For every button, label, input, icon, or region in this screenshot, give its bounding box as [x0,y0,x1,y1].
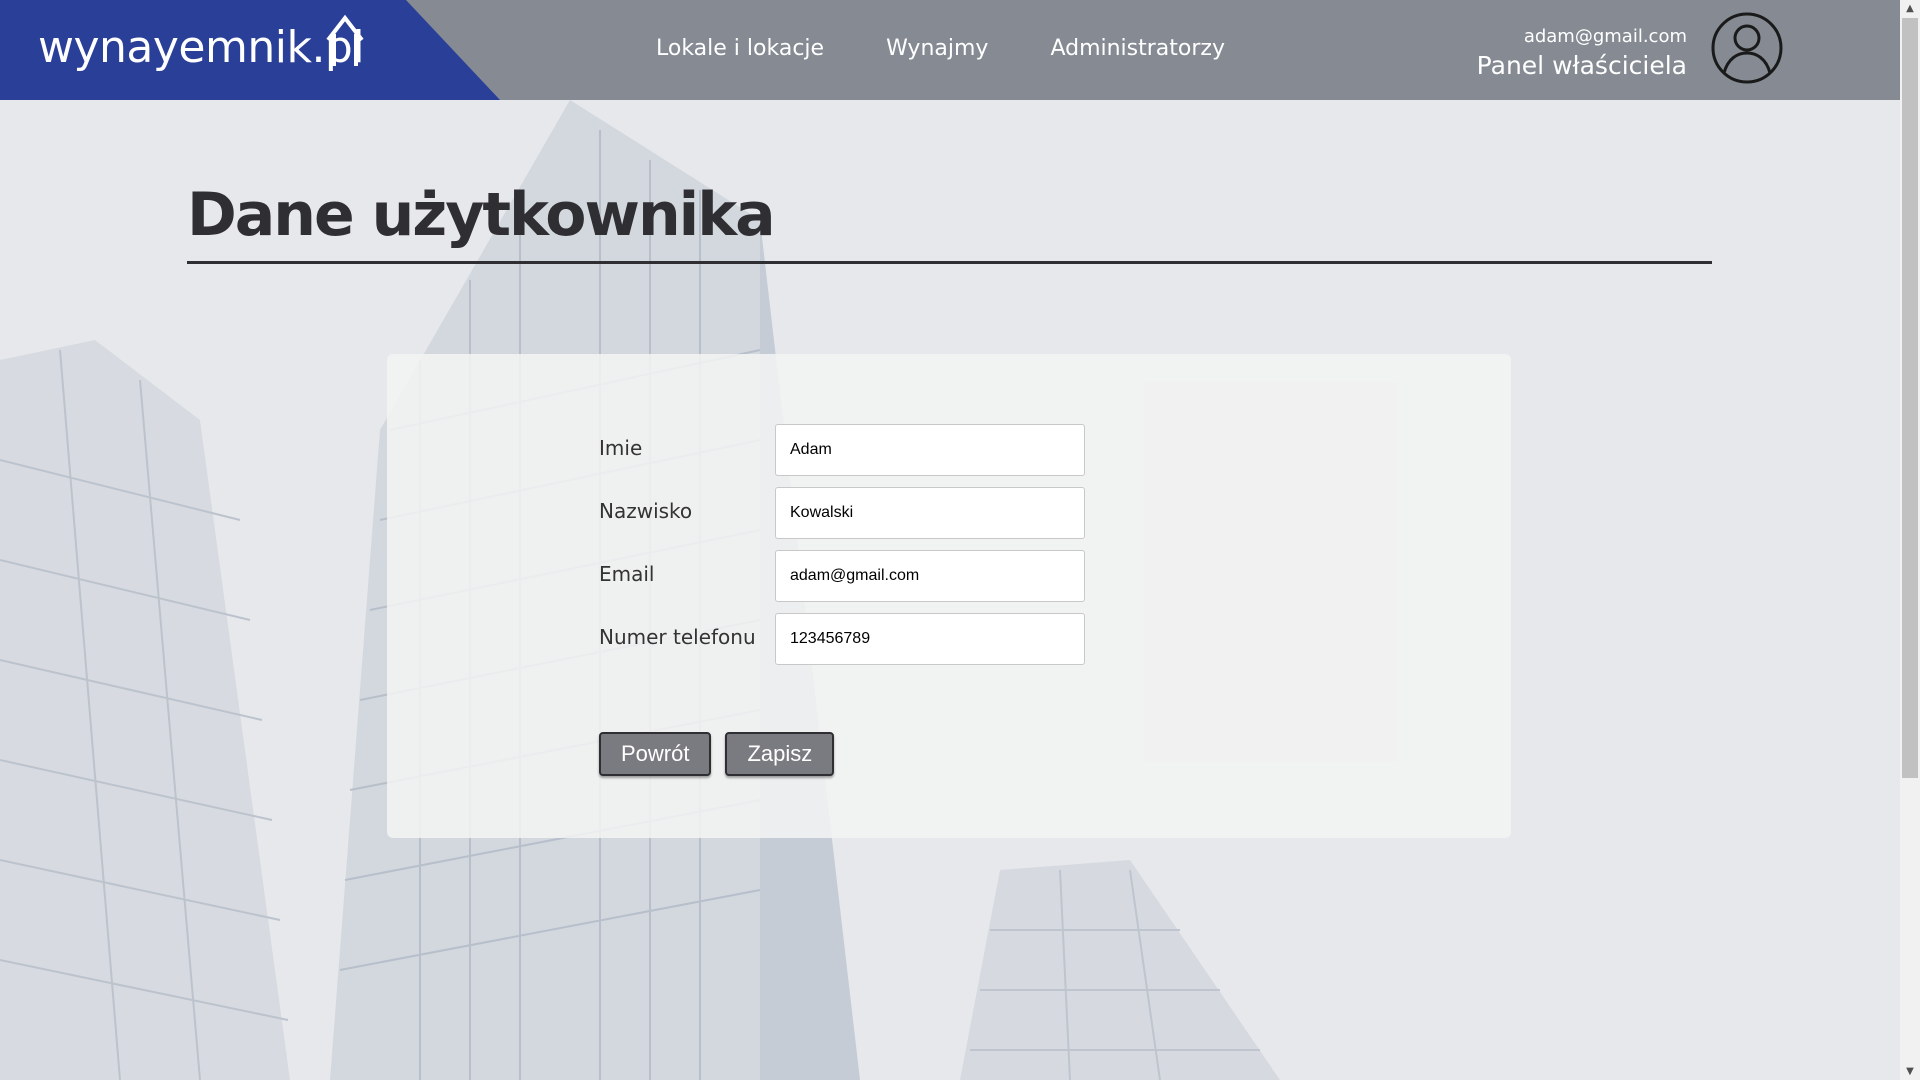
first-name-input[interactable] [775,424,1085,476]
last-name-input[interactable] [775,487,1085,539]
nav-link-lokale[interactable]: Lokale i lokacje [656,36,824,61]
logo-block[interactable]: wynayemnik.pl [0,0,500,100]
first-name-label: Imie [599,436,643,460]
main-navigation: Lokale i lokacje Wynajmy Administratorzy [656,36,1225,61]
user-data-form: Imie Nazwisko Email Numer telefonu Powró… [387,354,1511,838]
form-row-email: Email [599,550,1199,602]
scroll-thumb[interactable] [1902,18,1918,778]
phone-label: Numer telefonu [599,625,756,649]
user-email: adam@gmail.com [1523,26,1687,47]
last-name-label: Nazwisko [599,499,693,523]
phone-input[interactable] [775,613,1085,665]
user-circle-icon[interactable] [1710,11,1784,85]
form-row-phone: Numer telefonu [599,613,1199,665]
vertical-scrollbar[interactable]: ▲ ▼ [1900,0,1920,1080]
email-label: Email [599,562,655,586]
form-actions: Powrót Zapisz [599,732,835,776]
email-input[interactable] [775,550,1085,602]
nav-link-administratorzy[interactable]: Administratorzy [1050,36,1225,61]
user-panel-label[interactable]: Panel właściciela [1477,50,1687,82]
save-button[interactable]: Zapisz [725,732,835,776]
form-row-first-name: Imie [599,424,1199,476]
house-outline-icon [326,14,364,66]
title-divider [187,261,1712,264]
top-navigation-bar: wynayemnik.pl Lokale i lokacje Wynajmy A… [0,0,1900,100]
nav-link-wynajmy[interactable]: Wynajmy [886,36,988,61]
back-button[interactable]: Powrót [599,732,712,776]
page-title: Dane użytkownika [187,180,776,250]
logo-text[interactable]: wynayemnik.pl [38,22,365,73]
scroll-down-arrow-icon[interactable]: ▼ [1900,1063,1920,1080]
scroll-up-arrow-icon[interactable]: ▲ [1900,0,1920,17]
user-info: adam@gmail.com Panel właściciela [1477,26,1687,82]
form-row-last-name: Nazwisko [599,487,1199,539]
